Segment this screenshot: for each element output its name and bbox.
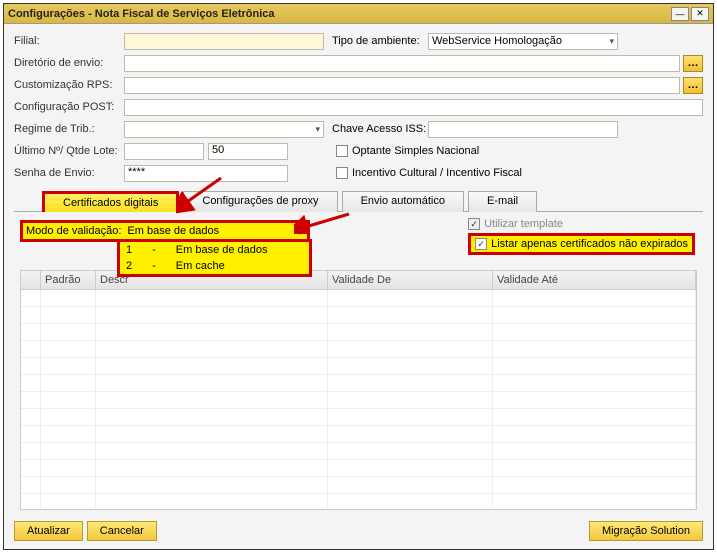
regime-trib-select[interactable]: [124, 121, 324, 138]
listar-nao-expirados-checkbox[interactable]: [475, 238, 487, 250]
diretorio-envio-browse-button[interactable]: …: [683, 55, 703, 72]
atualizar-button[interactable]: Atualizar: [14, 521, 83, 541]
filial-label: Filial:: [14, 35, 124, 47]
modo-option-1[interactable]: 1-Em base de dados: [120, 242, 309, 258]
grid-col-padrao[interactable]: Padrão: [41, 271, 96, 289]
listar-nao-expirados-label: Listar apenas certificados não expirados: [491, 238, 688, 250]
modo-validacao-label: Modo de validação:: [23, 225, 124, 237]
grid-body: [21, 290, 696, 510]
arrow-icon: [294, 210, 354, 234]
diretorio-envio-input[interactable]: [124, 55, 680, 72]
config-window: Configurações - Nota Fiscal de Serviços …: [3, 3, 714, 550]
configuracao-post-input[interactable]: [124, 99, 703, 116]
tipo-ambiente-select[interactable]: WebService Homologação: [428, 33, 618, 50]
regime-trib-label: Regime de Trib.:: [14, 123, 124, 135]
optante-simples-label: Optante Simples Nacional: [352, 145, 479, 157]
titlebar: Configurações - Nota Fiscal de Serviços …: [4, 4, 713, 24]
tab-envio[interactable]: Envio automático: [342, 191, 464, 212]
cancelar-button[interactable]: Cancelar: [87, 521, 157, 541]
incentivo-label: Incentivo Cultural / Incentivo Fiscal: [352, 167, 522, 179]
ultimo-lote-label: Último Nº/ Qtde Lote:: [14, 145, 124, 157]
customizacao-rps-label: Customização RPS:: [14, 79, 124, 91]
qtde-lote-input[interactable]: 50: [208, 143, 288, 160]
filial-input[interactable]: [124, 33, 324, 50]
tipo-ambiente-label: Tipo de ambiente:: [332, 35, 428, 47]
utilizar-template-checkbox: [468, 218, 480, 230]
window-title: Configurações - Nota Fiscal de Serviços …: [8, 8, 671, 20]
configuracao-post-label: Configuração POST:: [14, 101, 124, 113]
minimize-button[interactable]: —: [671, 7, 689, 21]
tab-email[interactable]: E-mail: [468, 191, 537, 212]
tab-strip: Certificados digitais Configurações de p…: [14, 190, 703, 211]
modo-option-2[interactable]: 2-Em cache: [120, 258, 309, 274]
grid-col-validade-de[interactable]: Validade De: [328, 271, 493, 289]
grid-col-validade-ate[interactable]: Validade Até: [493, 271, 696, 289]
close-button[interactable]: ✕: [691, 7, 709, 21]
modo-validacao-select[interactable]: Em base de dados: [124, 223, 307, 239]
incentivo-checkbox[interactable]: [336, 167, 348, 179]
tab-certificados[interactable]: Certificados digitais: [42, 191, 179, 212]
certificados-grid: Padrão Descr Validade De Validade Até: [20, 270, 697, 510]
utilizar-template-row: Utilizar template: [468, 218, 695, 230]
grid-col-selector[interactable]: [21, 271, 41, 289]
senha-envio-label: Senha de Envio:: [14, 167, 124, 179]
chave-acesso-input[interactable]: [428, 121, 618, 138]
ultimo-numero-input[interactable]: [124, 143, 204, 160]
migracao-solution-button[interactable]: Migração Solution: [589, 521, 703, 541]
customizacao-rps-input[interactable]: [124, 77, 680, 94]
customizacao-rps-browse-button[interactable]: …: [683, 77, 703, 94]
modo-validacao-dropdown: 1-Em base de dados 2-Em cache: [117, 239, 312, 277]
optante-simples-checkbox[interactable]: [336, 145, 348, 157]
chave-acesso-label: Chave Acesso ISS:: [332, 123, 428, 135]
utilizar-template-label: Utilizar template: [484, 218, 563, 230]
listar-nao-expirados-row: Listar apenas certificados não expirados: [468, 233, 695, 255]
arrow-icon: [176, 174, 226, 214]
diretorio-envio-label: Diretório de envio:: [14, 57, 124, 69]
